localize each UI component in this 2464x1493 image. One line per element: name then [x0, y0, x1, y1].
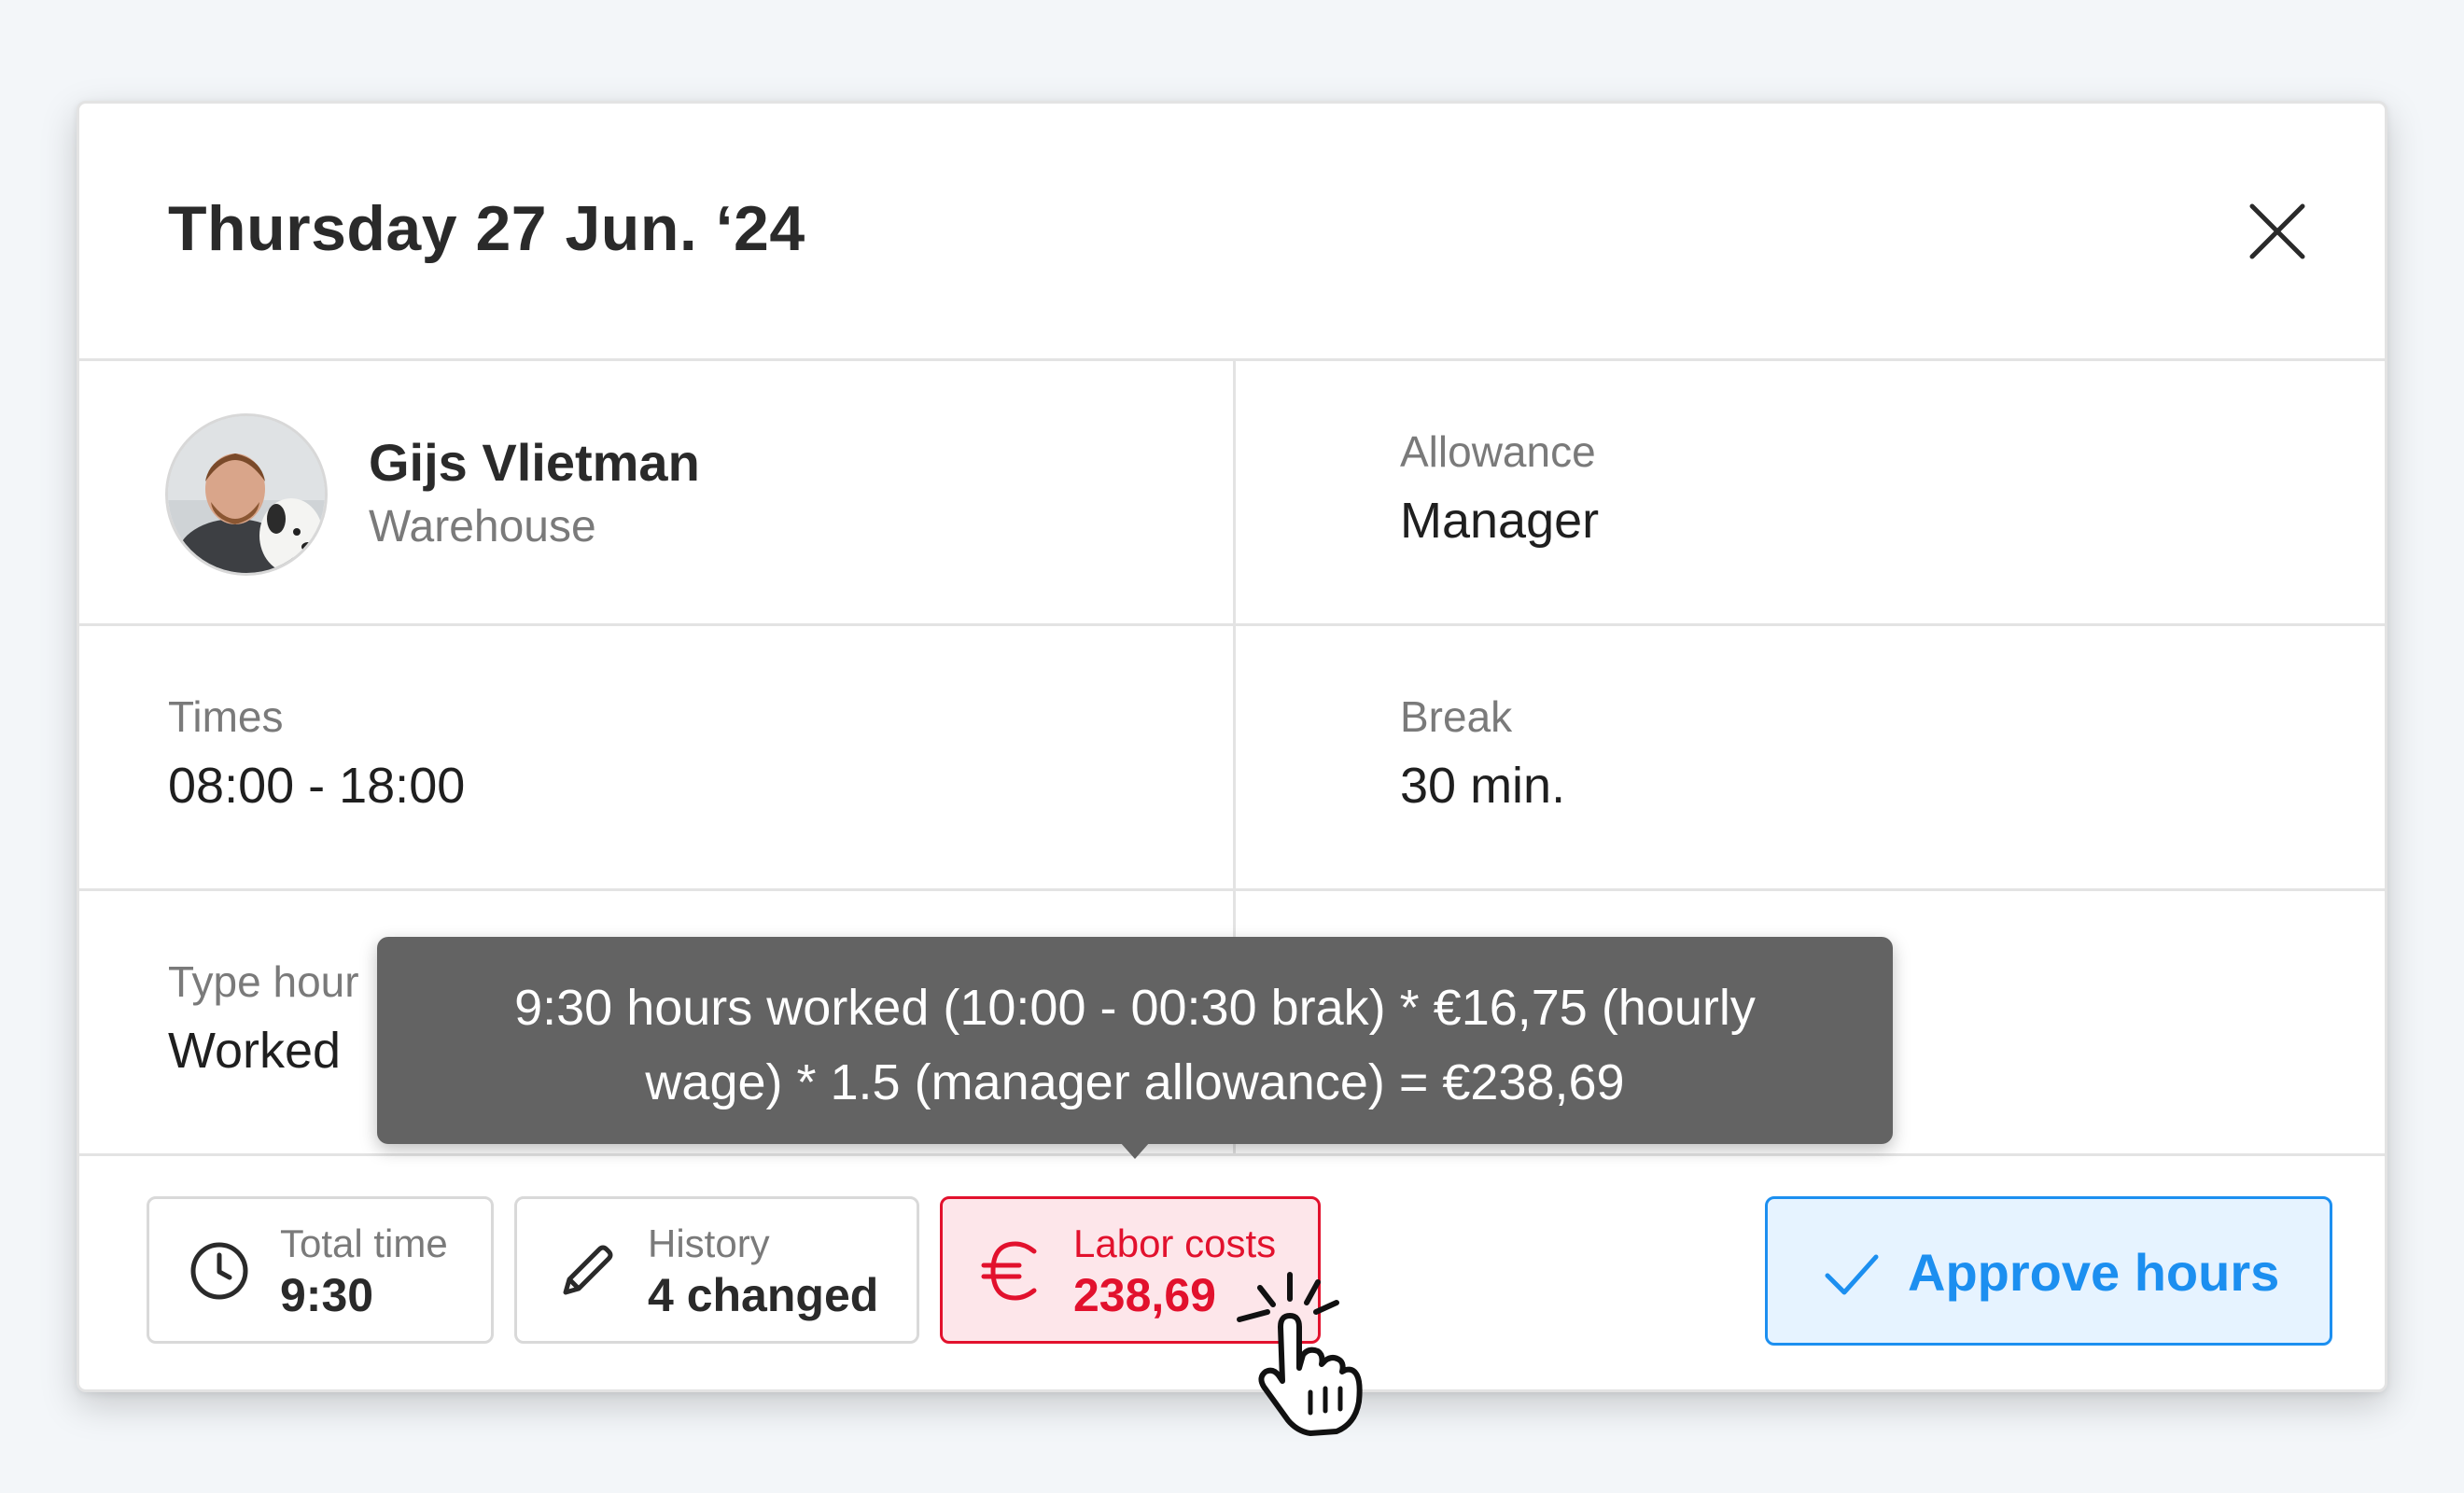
- clock-icon: [190, 1242, 248, 1300]
- approve-hours-label: Approve hours: [1908, 1243, 2280, 1302]
- break-cell: Break 30 min.: [1236, 626, 2387, 888]
- pencil-icon: [563, 1245, 613, 1295]
- row-employee: Gijs Vlietman Warehouse Allowance Manage…: [79, 361, 2385, 626]
- page-title: Thursday 27 Jun. ‘24: [168, 193, 805, 264]
- tooltip-arrow: [1120, 1142, 1150, 1159]
- history-value: 4 changed: [648, 1269, 879, 1321]
- avatar: [165, 413, 328, 576]
- tooltip-line-1: 9:30 hours worked (10:00 - 00:30 brak) *…: [514, 980, 1756, 1036]
- labor-costs-value: 238,69: [1073, 1269, 1216, 1321]
- close-button[interactable]: [2245, 199, 2310, 264]
- employee-cell: Gijs Vlietman Warehouse: [79, 361, 1233, 623]
- row-times: Times 08:00 - 18:00 Break 30 min.: [79, 626, 2385, 891]
- labor-costs-tooltip: 9:30 hours worked (10:00 - 00:30 brak) *…: [377, 937, 1893, 1144]
- allowance-label: Allowance: [1400, 427, 1596, 476]
- allowance-value: Manager: [1400, 493, 1600, 549]
- modal-header: Thursday 27 Jun. ‘24: [79, 104, 2385, 361]
- employee-name: Gijs Vlietman: [369, 433, 700, 492]
- type-hour-label: Type hour: [168, 957, 359, 1006]
- break-label: Break: [1400, 692, 1513, 741]
- hand-pointer-icon: [1237, 1272, 1363, 1436]
- employee-department: Warehouse: [369, 502, 596, 551]
- total-time-label: Total time: [280, 1221, 448, 1265]
- times-label: Times: [168, 692, 284, 741]
- labor-costs-label: Labor costs: [1073, 1221, 1277, 1265]
- total-time-chip[interactable]: Total time 9:30: [147, 1196, 494, 1344]
- history-label: History: [648, 1221, 770, 1265]
- tooltip-line-2: wage) * 1.5 (manager allowance) = €238,6…: [645, 1054, 1625, 1110]
- avatar-photo: [168, 416, 325, 573]
- euro-icon: [981, 1241, 1037, 1301]
- times-cell: Times 08:00 - 18:00: [79, 626, 1233, 888]
- hours-detail-modal: Thursday 27 Jun. ‘24 Gijs Vlietman Wareh…: [77, 101, 2387, 1392]
- type-hour-value: Worked: [168, 1023, 342, 1079]
- history-chip[interactable]: History 4 changed: [514, 1196, 919, 1344]
- check-icon: [1825, 1254, 1879, 1295]
- break-value: 30 min.: [1400, 758, 1566, 814]
- close-icon: [2249, 203, 2305, 259]
- approve-hours-button[interactable]: Approve hours: [1765, 1196, 2332, 1346]
- allowance-cell: Allowance Manager: [1236, 361, 2387, 623]
- total-time-value: 9:30: [280, 1269, 374, 1321]
- times-value: 08:00 - 18:00: [168, 758, 466, 814]
